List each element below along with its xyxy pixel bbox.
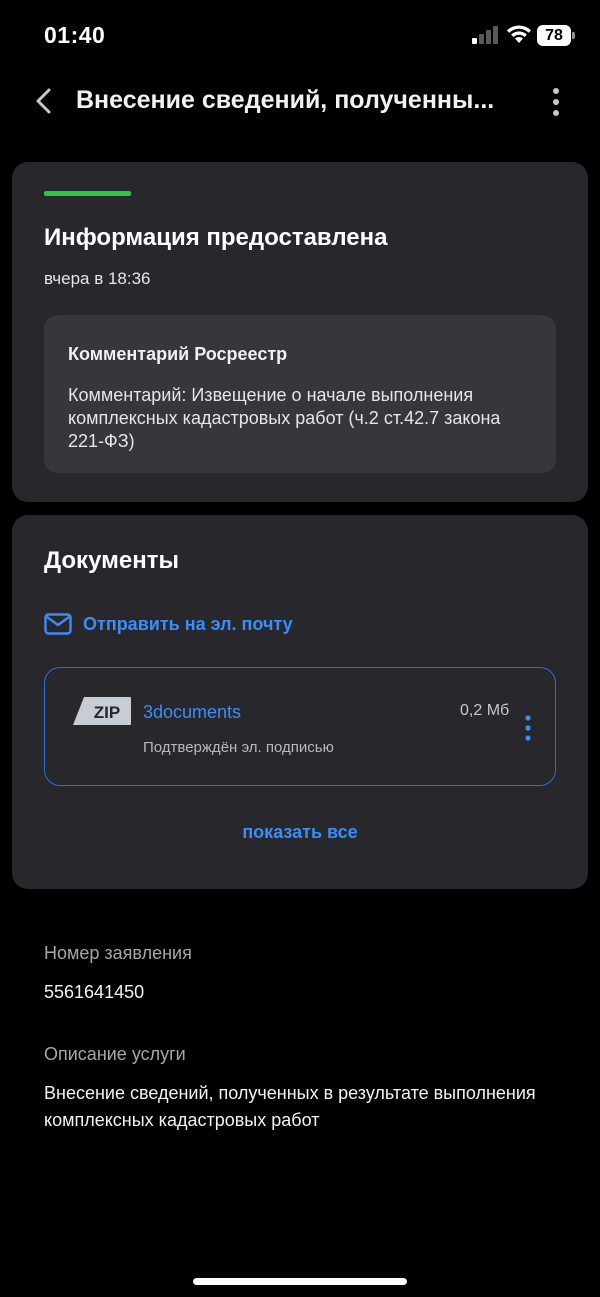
- file-size: 0,2 Мб: [460, 702, 510, 719]
- more-options-icon[interactable]: [544, 86, 568, 118]
- show-all-button[interactable]: показать все: [12, 822, 588, 843]
- page-title: Внесение сведений, полученны...: [76, 86, 495, 114]
- file-signature-status: Подтверждён эл. подписью: [143, 739, 334, 756]
- status-bar: 01:40 78: [0, 0, 600, 70]
- application-number: 5561641450: [44, 982, 145, 1002]
- battery-tip: [572, 32, 575, 39]
- status-progress-bar: [44, 191, 131, 196]
- envelope-icon: [44, 613, 72, 635]
- service-description-label: Описание услуги: [44, 1044, 186, 1064]
- comment-title: Комментарий Росреестр: [68, 344, 288, 364]
- application-number-label: Номер заявления: [44, 943, 192, 963]
- comment-text: Комментарий: Извещение о начале выполнен…: [68, 385, 501, 451]
- file-item[interactable]: ZIP 3documents Подтверждён эл. подписью …: [44, 667, 556, 786]
- service-description: Внесение сведений, полученных в результа…: [44, 1083, 536, 1130]
- send-email-label: Отправить на эл. почту: [83, 614, 293, 634]
- top-navigation: Внесение сведений, полученны...: [0, 72, 600, 130]
- status-title: Информация предоставлена: [44, 224, 388, 251]
- comment-box: Комментарий Росреестр Комментарий: Извещ…: [44, 315, 556, 473]
- documents-card: Документы Отправить на эл. почту ZIP 3do…: [12, 515, 588, 889]
- status-time: 01:40: [44, 22, 106, 48]
- status-card: Информация предоставлена вчера в 18:36 К…: [12, 162, 588, 502]
- battery-level: 78: [537, 25, 571, 46]
- documents-title: Документы: [44, 547, 179, 574]
- back-arrow-icon[interactable]: [30, 85, 60, 117]
- file-more-options-icon[interactable]: [519, 714, 537, 742]
- wifi-icon: [507, 25, 531, 43]
- status-timestamp: вчера в 18:36: [44, 269, 151, 288]
- home-indicator[interactable]: [193, 1278, 407, 1285]
- zip-file-type: ZIP: [94, 703, 120, 722]
- battery-icon: 78: [537, 25, 577, 46]
- cellular-signal-icon: [472, 26, 498, 44]
- zip-file-icon: ZIP: [73, 697, 131, 725]
- file-name[interactable]: 3documents: [143, 702, 241, 723]
